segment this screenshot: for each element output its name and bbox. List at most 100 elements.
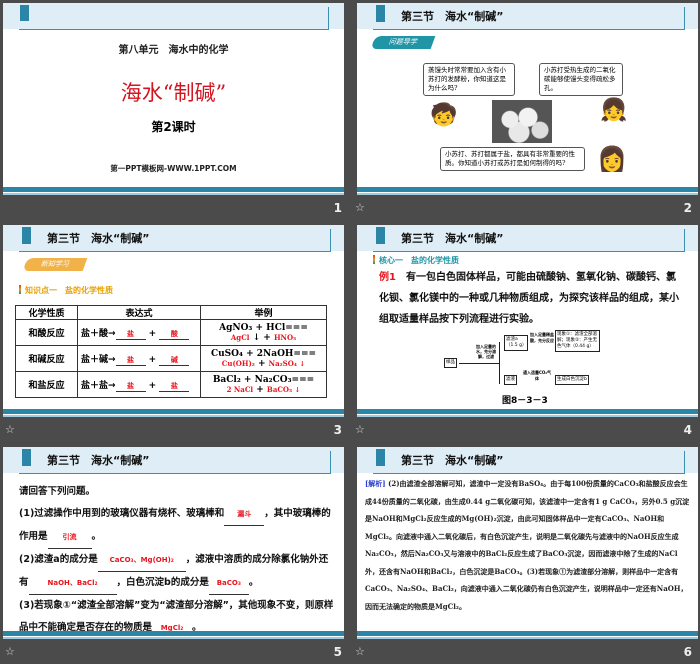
analysis-label: [解析] [365, 479, 386, 488]
boy-cartoon-icon: 🧒 [430, 103, 458, 128]
equation: AgNO₃ + HCl=== [219, 322, 308, 333]
slide-number: 5 [333, 645, 342, 659]
q2-text: (2)滤渣a的成分是 [19, 554, 98, 565]
column-header: 举例 [200, 305, 327, 320]
analysis-text: [解析] (2)由滤渣全部溶解可知，滤渣中一定没有BaSO₄。由于每100份质量… [365, 475, 690, 615]
answer-blank: 酸 [159, 329, 190, 340]
property-cell: 和碱反应 [15, 345, 78, 372]
q1-text: (1)过滤操作中用到的玻璃仪器有烧杯、玻璃棒和 [19, 508, 225, 519]
period: 。 [91, 531, 102, 542]
animation-star-icon[interactable]: ☆ [355, 645, 365, 658]
slide-thumbnail-3[interactable]: 第三节 海水“制碱” 新知学习 知识点一 盐的化学性质 化学性质 表达式 举例 和酸… [0, 222, 350, 442]
question-text: 请回答下列问题。 (1)过滤操作中用到的玻璃仪器有烧杯、玻璃棒和 漏斗 ，其中玻璃棒… [19, 481, 334, 639]
answer-blank: 漏斗 [224, 503, 265, 526]
slide-3: 第三节 海水“制碱” 新知学习 知识点一 盐的化学性质 化学性质 表达式 举例 和酸… [3, 225, 344, 417]
speech-bubble: 蒸馒头时常常要加入含有小苏打的发酵粉，你知道这是为什么吗? [423, 63, 515, 96]
answer-blank: BaCO₃ [208, 572, 249, 595]
property-cell: 和盐反应 [15, 371, 78, 398]
flow-step: 通入适量CO₂气体 [522, 370, 552, 381]
section-title: 第三节 海水“制碱” [401, 232, 504, 245]
example-label: 例1 [379, 272, 396, 283]
salt-properties-table: 化学性质 表达式 举例 和酸反应 盐＋酸→ 盐 + 酸 AgNO₃ + HCl=== AgC… [15, 305, 327, 398]
expression-cell: 盐＋酸→ 盐 + 酸 [77, 319, 201, 346]
period: 。 [248, 577, 259, 588]
slide-number: 1 [333, 201, 342, 215]
slide-2: 第三节 海水“制碱” 问题导学 蒸馒头时常常要加入含有小苏打的发酵粉，你知道这是… [357, 3, 698, 195]
lesson-label: 第2课时 [151, 120, 196, 134]
expr: 盐＋碱→ [81, 354, 116, 365]
section-title: 第三节 海水“制碱” [47, 454, 150, 467]
expression-cell: 盐＋盐→ 盐 + 盐 [77, 371, 201, 398]
flow-node: 滤渣a（1.5 g） [504, 335, 528, 351]
answer-blank: CaCO₃、Mg(OH)₂ [97, 549, 186, 572]
table-row: 和盐反应 盐＋盐→ 盐 + 盐 BaCl₂ + Na₂CO₃=== 2 NaCl + B… [15, 371, 327, 398]
animation-star-icon[interactable]: ☆ [355, 423, 365, 436]
flow-step: 加入足量的水，充分溶解，过滤 [476, 344, 496, 359]
product: 2 NaCl [226, 384, 254, 394]
product: Cu(OH)₂ [221, 358, 255, 368]
core-heading: 核心一 盐的化学性质 [373, 255, 459, 266]
answer-blank: 引流 [47, 526, 92, 549]
column-header: 化学性质 [15, 305, 78, 320]
unit-title: 第八单元 海水中的化学 [118, 45, 229, 56]
animation-star-icon[interactable]: ☆ [5, 423, 15, 436]
section-tag: 问题导学 [370, 36, 436, 49]
slide-title: 海水“制碱” [120, 81, 227, 105]
flow-node: 生成白色沉淀b [555, 375, 589, 385]
answer-blank: 盐 [115, 381, 146, 392]
knowledge-point-heading: 知识点一 盐的化学性质 [19, 285, 113, 296]
product: HNO₃ [273, 332, 297, 342]
animation-star-icon[interactable]: ☆ [355, 201, 365, 214]
flow-step: 加入足量稀盐酸，充分反应 [530, 332, 554, 343]
example-cell: AgNO₃ + HCl=== AgCl ↓ + HNO₃ [200, 319, 327, 346]
steamed-buns-photo [492, 100, 552, 143]
slide-6: 第三节 海水“制碱” [解析] (2)由滤渣全部溶解可知，滤渣中一定没有BaSO… [357, 447, 698, 639]
section-title: 第三节 海水“制碱” [401, 454, 504, 467]
slide-thumbnail-1[interactable]: 第八单元 海水中的化学 海水“制碱” 第2课时 第一PPT模板网-WWW.1PP… [0, 0, 350, 220]
example-cell: CuSO₄ + 2NaOH=== Cu(OH)₂ + Na₂SO₄ ↓ [200, 345, 327, 372]
slide-thumbnail-2[interactable]: 第三节 海水“制碱” 问题导学 蒸馒头时常常要加入含有小苏打的发酵粉，你知道这是… [350, 0, 700, 220]
site-label: 第一PPT模板网-WWW.1PPT.COM [110, 164, 237, 173]
answer-blank: 盐 [115, 355, 146, 366]
answer-blank: NaOH、BaCl₂ [28, 572, 117, 595]
slide-1: 第八单元 海水中的化学 海水“制碱” 第2课时 第一PPT模板网-WWW.1PP… [3, 3, 344, 195]
flow-diagram: 样品 加入足量的水，充分溶解，过滤 滤渣a（1.5 g） 加入足量稀盐酸，充分反… [437, 330, 607, 390]
property-cell: 和酸反应 [15, 319, 78, 346]
plus: + [256, 384, 264, 395]
teacher-cartoon-icon: 👩 [597, 145, 627, 173]
expr: 盐＋酸→ [81, 328, 116, 339]
expression-cell: 盐＋碱→ 盐 + 碱 [77, 345, 201, 372]
section-title: 第三节 海水“制碱” [47, 232, 150, 245]
girl-cartoon-icon: 👧 [600, 98, 628, 123]
figure-caption: 图8－3－3 [502, 396, 548, 406]
product: Na₂SO₄ ↓ [268, 358, 306, 368]
answer-blank: 盐 [115, 329, 146, 340]
product: BaCO₃ ↓ [266, 384, 301, 394]
slide-thumbnail-4[interactable]: 第三节 海水“制碱” 核心一 盐的化学性质 例1 有一包白色固体样品，可能由硫酸… [350, 222, 700, 442]
slide-thumbnail-6[interactable]: 第三节 海水“制碱” [解析] (2)由滤渣全部溶解可知，滤渣中一定没有BaSO… [350, 444, 700, 664]
flow-node: 样品 [444, 358, 457, 368]
table-row: 和酸反应 盐＋酸→ 盐 + 酸 AgNO₃ + HCl=== AgCl ↓ + HNO₃ [15, 319, 327, 346]
table-row: 和碱反应 盐＋碱→ 盐 + 碱 CuSO₄ + 2NaOH=== Cu(OH)₂ + N… [15, 345, 327, 372]
section-tag: 新知学习 [22, 258, 88, 271]
answer-blank: 盐 [159, 381, 190, 392]
slide-number: 3 [333, 423, 342, 437]
q2-text: ，白色沉淀b的成分是 [116, 577, 209, 588]
expr: 盐＋盐→ [81, 380, 116, 391]
equation: BaCl₂ + Na₂CO₃=== [212, 374, 315, 385]
analysis-body: (2)由滤渣全部溶解可知，滤渣中一定没有BaSO₄。由于每100份质量的CaCO… [365, 479, 690, 611]
animation-star-icon[interactable]: ☆ [5, 645, 15, 658]
equation: CuSO₄ + 2NaOH=== [210, 348, 317, 359]
flow-node: 现象①：滤渣全部溶解；现象②：产生无色气体（0.44 g） [555, 330, 600, 352]
column-header: 表达式 [77, 305, 201, 320]
intro: 请回答下列问题。 [19, 486, 96, 497]
example-question: 例1 有一包白色固体样品，可能由硫酸钠、氢氧化钠、碳酸钙、氯化钡、氯化镁中的一种… [379, 267, 684, 330]
slide-4: 第三节 海水“制碱” 核心一 盐的化学性质 例1 有一包白色固体样品，可能由硫酸… [357, 225, 698, 417]
plus: + [257, 358, 266, 369]
product: AgCl [230, 332, 250, 342]
plus: ↓ + [252, 332, 271, 343]
slide-thumbnail-5[interactable]: 第三节 海水“制碱” 请回答下列问题。 (1)过滤操作中用到的玻璃仪器有烧杯、玻… [0, 444, 350, 664]
slide-number: 4 [683, 423, 692, 437]
slide-number: 2 [683, 201, 692, 215]
slide-5: 第三节 海水“制碱” 请回答下列问题。 (1)过滤操作中用到的玻璃仪器有烧杯、玻… [3, 447, 344, 639]
